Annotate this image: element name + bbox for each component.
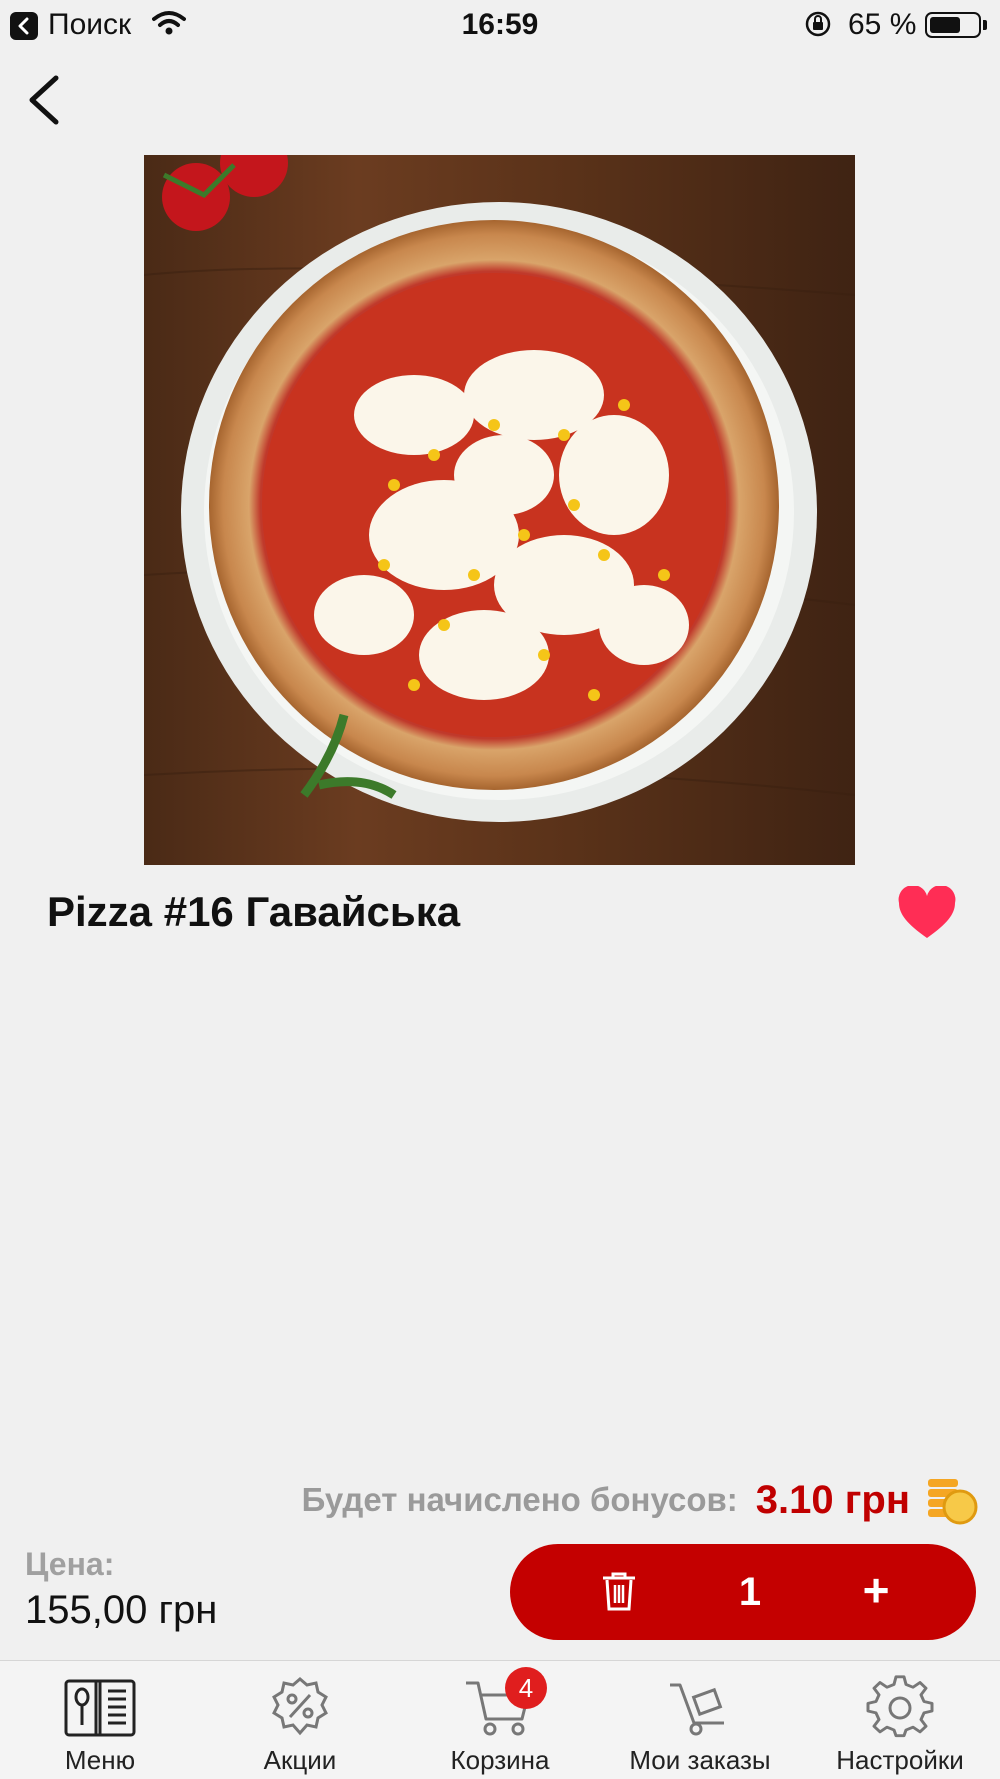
orientation-lock-icon <box>805 11 831 37</box>
battery-fill <box>930 17 960 33</box>
bonus-label: Будет начислено бонусов: <box>301 1481 738 1518</box>
status-bar: Поиск 16:59 65 % <box>0 0 1000 52</box>
battery-tip <box>983 20 987 30</box>
price-value: 155,00 грн <box>25 1588 218 1632</box>
tab-settings[interactable]: Настройки <box>800 1661 1000 1779</box>
tab-label-cart: Корзина <box>450 1745 550 1775</box>
back-button[interactable] <box>22 70 72 130</box>
quantity-stepper[interactable]: 1 + <box>510 1544 976 1640</box>
bonus-value: 3.10 грн <box>755 1477 910 1522</box>
tab-menu[interactable]: Меню <box>0 1661 200 1779</box>
heart-icon <box>898 885 956 938</box>
tab-label-settings: Настройки <box>836 1745 964 1775</box>
bonus-row: Будет начислено бонусов: 3.10 грн <box>302 1470 978 1530</box>
coins-icon <box>928 1479 978 1525</box>
tab-label-my-orders: Мои заказы <box>629 1745 771 1775</box>
product-title: Pizza #16 Гавайська <box>47 888 461 935</box>
discount-icon <box>272 1677 328 1736</box>
cart-badge: 4 <box>505 1667 547 1709</box>
tab-label-promotions: Акции <box>263 1745 337 1775</box>
battery-percent: 65 % <box>848 8 917 41</box>
chevron-left-icon <box>29 75 59 125</box>
trash-icon <box>603 1572 635 1611</box>
tab-my-orders[interactable]: Мои заказы <box>600 1661 800 1779</box>
quantity-value: 1 <box>738 1570 762 1614</box>
tab-label-menu: Меню <box>64 1745 136 1775</box>
favorite-button[interactable] <box>897 885 957 947</box>
menu-book-icon <box>64 1679 136 1737</box>
orders-trolley-icon <box>670 1683 724 1736</box>
increment-button[interactable]: + <box>846 1544 906 1636</box>
product-image <box>144 155 855 865</box>
remove-button[interactable] <box>600 1570 638 1617</box>
tab-bar: Меню Акции Корзина Мои заказы Настройки <box>0 1660 1000 1779</box>
battery-icon <box>925 12 981 38</box>
gear-icon <box>866 1675 934 1738</box>
tab-cart[interactable]: Корзина <box>400 1661 600 1779</box>
price-label: Цена: <box>25 1546 115 1582</box>
tab-promotions[interactable]: Акции <box>200 1661 400 1779</box>
